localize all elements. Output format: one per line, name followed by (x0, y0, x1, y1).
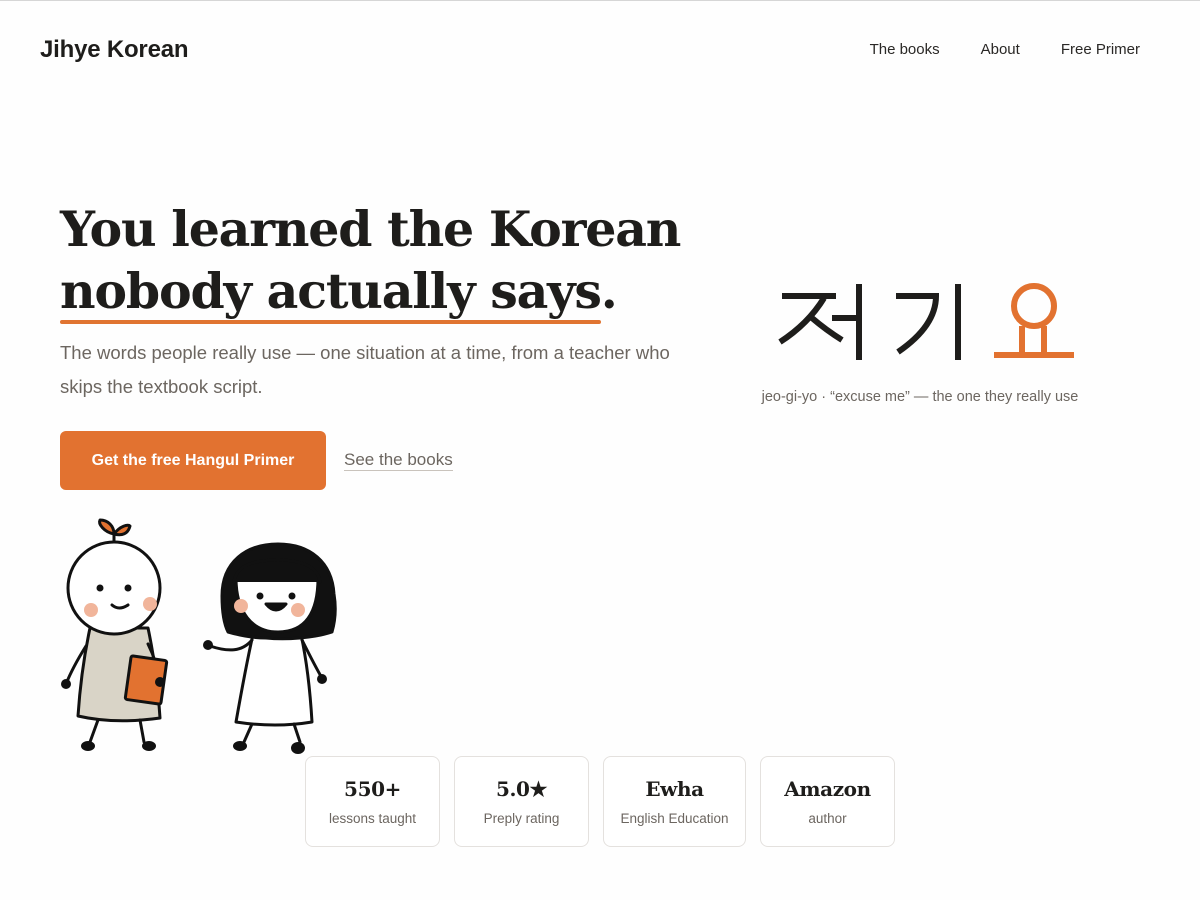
mascot-illustration (61, 518, 337, 754)
sprout-character (61, 518, 169, 751)
stat-rating: 5.0★ Preply rating (454, 756, 589, 847)
hero-headline: You learned the Korean nobody actually s… (60, 198, 720, 324)
see-the-books-link[interactable]: See the books (344, 450, 453, 471)
headline-line-1: You learned the Korean (60, 200, 681, 258)
word-romanization: jeo-gi-yo · “excuse me” — the one they r… (761, 389, 1079, 405)
stat-value: 550+ (344, 777, 401, 801)
stat-value: Ewha (645, 777, 704, 801)
stat-label: Preply rating (483, 811, 560, 826)
nav-about[interactable]: About (981, 41, 1020, 58)
top-border (0, 0, 1200, 1)
girl-character (203, 542, 337, 754)
syllable-gi (896, 284, 961, 360)
headline-period: . (600, 262, 618, 320)
stat-author: Amazon author (760, 756, 895, 847)
stat-value: Amazon (784, 777, 871, 801)
stat-label: English Education (620, 811, 729, 826)
stat-lessons: 550+ lessons taught (305, 756, 440, 847)
nav-free-primer[interactable]: Free Primer (1061, 41, 1140, 58)
stat-label: lessons taught (328, 811, 417, 826)
stat-value: 5.0★ (495, 777, 548, 801)
get-free-primer-button[interactable]: Get the free Hangul Primer (60, 431, 326, 490)
headline-underlined-phrase: nobody actually says (60, 262, 602, 324)
brand-logo[interactable]: Jihye Korean (40, 36, 189, 64)
korean-word-jeogiyo (778, 283, 1074, 360)
headline-line-2: nobody actually says. (60, 260, 720, 324)
hero-subtext: The words people really use — one situat… (60, 342, 670, 397)
stats-row: 550+ lessons taught 5.0★ Preply rating E… (305, 756, 895, 847)
stat-label: author (808, 811, 847, 826)
stat-education: Ewha English Education (603, 756, 746, 847)
syllable-jeo (778, 284, 862, 360)
main-nav: The books About Free Primer (870, 41, 1140, 58)
syllable-yo (994, 283, 1074, 358)
nav-the-books[interactable]: The books (870, 41, 940, 58)
